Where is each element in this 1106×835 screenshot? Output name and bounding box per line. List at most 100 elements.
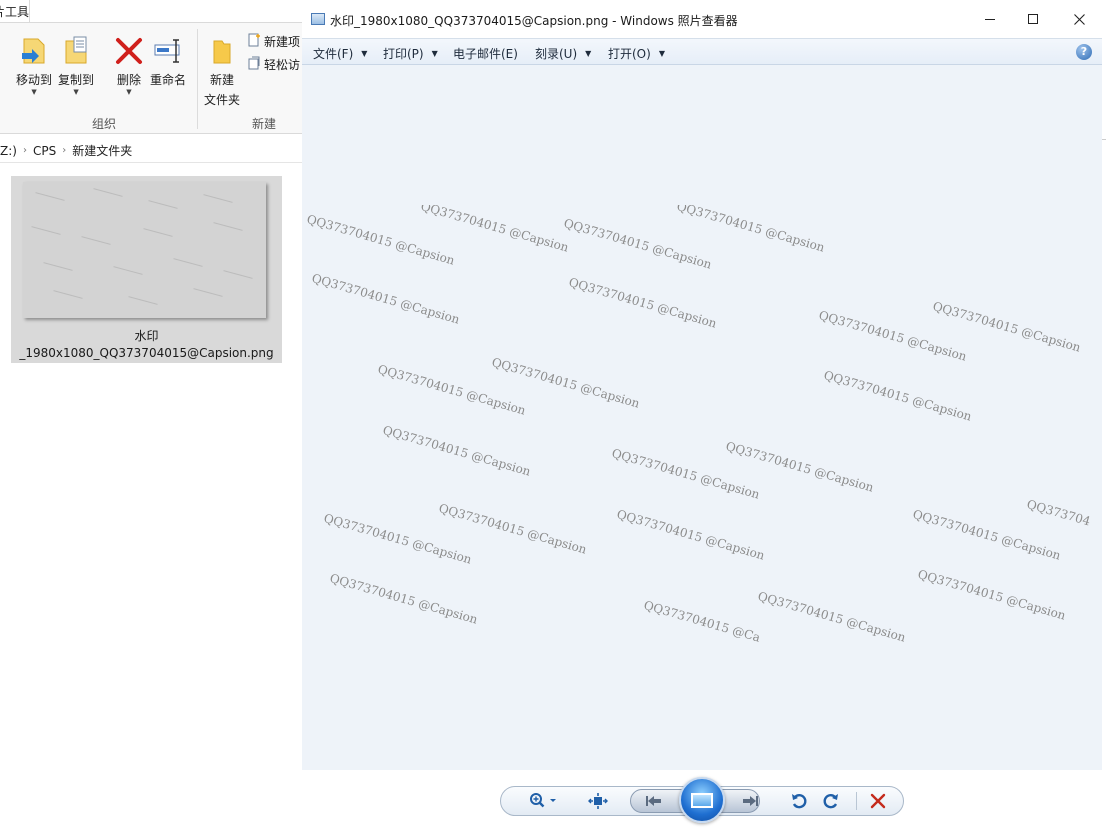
previous-button[interactable] <box>642 791 666 811</box>
breadcrumb-chevron-icon[interactable]: › <box>62 145 66 156</box>
watermark-text: QQ373704015 @Capsion <box>419 205 571 255</box>
watermark-text: QQ373704015 @Capsion <box>305 212 457 268</box>
delete-x-icon <box>113 35 145 67</box>
ribbon-group-separator <box>197 29 198 129</box>
file-name-line-1: 水印 <box>134 329 159 343</box>
rotate-counterclockwise-button[interactable] <box>788 791 810 811</box>
watermark-text: QQ373704015 @Capsion <box>328 571 480 627</box>
watermark-text: QQ373704015 @Capsion <box>916 567 1068 623</box>
breadcrumb-new-folder[interactable]: 新建文件夹 <box>72 142 132 159</box>
viewer-titlebar[interactable]: 水印_1980x1080_QQ373704015@Capsion.png - W… <box>302 0 1102 38</box>
group-label-new: 新建 <box>252 117 277 131</box>
menu-burn-caret-icon: ▼ <box>585 49 592 58</box>
delete-dropdown-icon[interactable]: ▼ <box>126 88 131 96</box>
delete-button[interactable]: 删除 ▼ <box>113 35 145 96</box>
explorer-right-edge <box>1102 0 1106 835</box>
new-folder-label-2: 文件夹 <box>204 93 241 107</box>
help-icon[interactable]: ? <box>1076 44 1092 60</box>
move-to-button[interactable]: 移动到 ▼ <box>16 35 52 96</box>
menu-print-caret-icon: ▼ <box>431 49 438 58</box>
new-folder-icon <box>206 35 238 67</box>
rotate-clockwise-button[interactable] <box>820 791 842 811</box>
window-title: 水印_1980x1080_QQ373704015@Capsion.png - W… <box>330 14 738 28</box>
copy-to-button[interactable]: 复制到 ▼ <box>58 35 94 96</box>
viewer-control-bar <box>302 770 1102 835</box>
menu-print-label: 打印(P) <box>383 47 424 61</box>
menu-email-label: 电子邮件(E) <box>453 47 518 61</box>
close-icon <box>1073 13 1085 25</box>
photo-viewer-window: 水印_1980x1080_QQ373704015@Capsion.png - W… <box>302 0 1102 835</box>
move-to-icon <box>18 35 50 67</box>
watermark-image: QQ373704015 @Capsion QQ373704015 @Capsio… <box>302 205 1102 645</box>
rotate-ccw-icon <box>792 794 807 809</box>
menu-email[interactable]: 电子邮件(E) <box>453 45 518 62</box>
ribbon: 移动到 ▼ 复制到 ▼ 删除 ▼ 重命名 新建 文件夹 新建项 轻松访 组织 新… <box>0 22 305 134</box>
photo-viewer-app-icon <box>311 13 325 25</box>
copy-to-dropdown-icon[interactable]: ▼ <box>73 88 78 96</box>
maximize-icon <box>1028 14 1038 24</box>
watermark-text: QQ373704015 @Capsion <box>822 368 974 424</box>
copy-to-label: 复制到 <box>58 73 95 87</box>
delete-icon <box>870 793 886 809</box>
delete-image-button[interactable] <box>867 791 889 811</box>
watermark-text: QQ373704015 @Capsion <box>381 423 533 479</box>
rename-icon <box>152 35 184 67</box>
watermark-text: QQ373704015 @Capsion <box>615 507 767 563</box>
copy-to-icon <box>60 35 92 67</box>
group-label-organize: 组织 <box>92 117 117 131</box>
menu-file-caret-icon: ▼ <box>361 49 368 58</box>
rotate-cw-icon <box>823 794 838 809</box>
new-item-button[interactable]: 新建项 <box>247 33 300 50</box>
picture-tools-tab[interactable]: 片工具 <box>0 0 30 22</box>
menu-burn-label: 刻录(U) <box>535 47 578 61</box>
watermark-text: QQ373704015 @Capsion <box>675 205 827 255</box>
watermark-text: QQ373704015 @Capsion <box>322 511 474 567</box>
menu-open-label: 打开(O) <box>608 47 651 61</box>
fit-window-icon <box>588 793 608 809</box>
watermark-text: QQ373704015 @Capsion <box>562 216 714 272</box>
menu-open[interactable]: 打开(O) ▼ <box>608 45 665 62</box>
close-button[interactable] <box>1056 0 1102 38</box>
next-icon <box>743 796 758 806</box>
menu-print[interactable]: 打印(P) ▼ <box>383 45 438 62</box>
file-thumbnail-item[interactable]: 水印 _1980x1080_QQ373704015@Capsion.png <box>11 176 282 363</box>
breadcrumb-drive[interactable]: Z:) <box>0 144 17 158</box>
new-folder-button[interactable]: 新建 文件夹 <box>204 35 240 108</box>
rename-button[interactable]: 重命名 <box>150 35 186 88</box>
watermark-text: QQ373704015 @Capsion <box>756 589 908 645</box>
breadcrumb-chevron-icon[interactable]: › <box>23 145 27 156</box>
file-name-line-2: _1980x1080_QQ373704015@Capsion.png <box>19 346 274 360</box>
file-name-label: 水印 _1980x1080_QQ373704015@Capsion.png <box>11 328 282 362</box>
slideshow-button[interactable] <box>679 777 725 823</box>
next-button[interactable] <box>738 791 762 811</box>
easy-access-label: 轻松访 <box>264 58 301 72</box>
delete-label: 删除 <box>116 73 141 87</box>
move-to-dropdown-icon[interactable]: ▼ <box>31 88 36 96</box>
rename-label: 重命名 <box>150 73 187 87</box>
maximize-button[interactable] <box>1010 0 1056 38</box>
zoom-icon <box>530 793 556 808</box>
breadcrumb-cps[interactable]: CPS <box>33 144 56 158</box>
minimize-icon <box>985 19 995 20</box>
image-canvas[interactable]: QQ373704015 @Capsion QQ373704015 @Capsio… <box>302 65 1102 770</box>
watermark-text: QQ373704 <box>1025 497 1092 529</box>
fit-window-button[interactable] <box>586 791 610 811</box>
watermark-text: QQ373704015 @Capsion <box>310 271 462 327</box>
easy-access-button[interactable]: 轻松访 <box>247 56 300 73</box>
previous-icon <box>646 796 661 806</box>
new-item-label: 新建项 <box>264 35 301 49</box>
control-divider <box>856 792 857 810</box>
watermark-text: QQ373704015 @Ca <box>642 598 762 645</box>
watermark-text: QQ373704015 @Capsion <box>911 507 1063 563</box>
new-item-icon <box>247 33 261 50</box>
menu-file[interactable]: 文件(F) ▼ <box>313 45 367 62</box>
watermark-text: QQ373704015 @Capsion <box>437 501 589 557</box>
easy-access-icon <box>247 56 261 73</box>
watermark-text: QQ373704015 @Capsion <box>567 275 719 331</box>
zoom-button[interactable] <box>526 791 560 811</box>
menu-open-caret-icon: ▼ <box>658 49 665 58</box>
menu-burn[interactable]: 刻录(U) ▼ <box>535 45 591 62</box>
address-bar[interactable]: Z:) › CPS › 新建文件夹 <box>0 139 305 163</box>
menu-file-label: 文件(F) <box>313 47 354 61</box>
minimize-button[interactable] <box>967 0 1013 38</box>
